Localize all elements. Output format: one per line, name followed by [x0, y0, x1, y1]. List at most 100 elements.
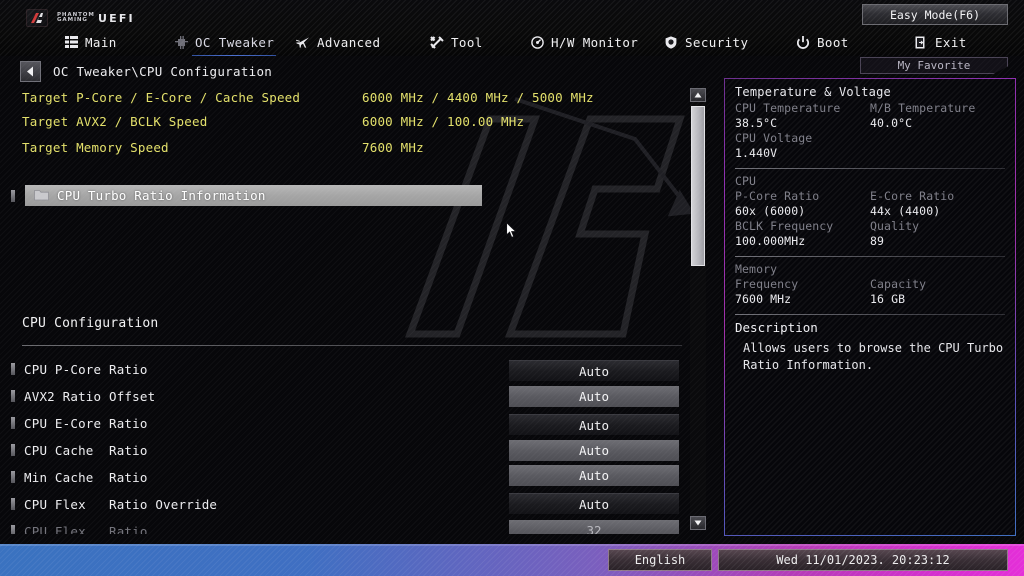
scroll-up-icon[interactable] [690, 88, 706, 102]
target-row-label: Target Memory Speed [22, 137, 169, 157]
target-row-label: Target P-Core / E-Core / Cache Speed [22, 87, 300, 107]
section-title: CPU Configuration [22, 316, 158, 331]
tab-security-label: Security [685, 35, 748, 50]
memory-capacity-value: 16 GB [870, 292, 1005, 307]
bclk-freq-label: BCLK Frequency [735, 219, 870, 234]
shield-icon [664, 35, 678, 49]
list-icon [64, 35, 78, 49]
main-nav: Main OC Tweaker [0, 28, 1024, 56]
uefi-label: UEFI [98, 12, 135, 25]
info-divider [735, 314, 1005, 315]
mb-temp-label: M/B Temperature [870, 101, 1005, 116]
tab-advanced-label: Advanced [317, 35, 380, 50]
memory-frequency-value: 7600 MHz [735, 292, 870, 307]
datetime-display[interactable]: Wed 11/01/2023. 20:23:12 [718, 549, 1008, 571]
back-arrow-icon[interactable] [20, 61, 41, 82]
setting-value-cpu-flex-ratio[interactable]: 32 [509, 520, 679, 534]
tab-boot-label: Boot [817, 35, 849, 50]
power-icon [796, 35, 810, 49]
cpu-icon [174, 35, 188, 49]
setting-label-avx2-ratio-offset: AVX2 Ratio Offset [24, 389, 155, 404]
setting-label-min-cache-ratio: Min Cache Ratio [24, 470, 148, 485]
memory-capacity-label: Capacity [870, 277, 1005, 292]
description-text: Allows users to browse the CPU Turbo Rat… [735, 340, 1005, 374]
tab-oc-tweaker-label: OC Tweaker [195, 35, 274, 50]
setting-value-cpu-p-core-ratio[interactable]: Auto [509, 360, 679, 381]
ecore-ratio-column: E-Core Ratio 44x (4400) Quality 89 [870, 189, 1005, 249]
scrollbar-thumb[interactable] [691, 106, 705, 266]
section-divider [22, 345, 682, 346]
menu-item-cpu-turbo-ratio-information[interactable]: CPU Turbo Ratio Information [25, 185, 482, 206]
exit-icon [914, 35, 928, 49]
temp-voltage-title: Temperature & Voltage [735, 85, 1005, 99]
phantom-gaming-logo: PHANTOM GAMING [26, 9, 95, 27]
my-favorite-button[interactable]: My Favorite [860, 57, 1008, 74]
settings-pane: Target P-Core / E-Core / Cache Speed 600… [0, 84, 712, 534]
wrench-icon [430, 35, 444, 49]
cpu-temp-label: CPU Temperature [735, 101, 870, 116]
setting-value-cpu-cache-ratio[interactable]: Auto [509, 440, 679, 461]
menu-item-label: CPU Turbo Ratio Information [57, 188, 266, 203]
cpu-section-title: CPU [735, 174, 1005, 189]
target-row-value: 7600 MHz [362, 137, 424, 157]
row-bullet-icon [11, 363, 15, 375]
setting-value-cpu-e-core-ratio[interactable]: Auto [509, 414, 679, 435]
easy-mode-button[interactable]: Easy Mode(F6) [862, 4, 1008, 25]
ecore-ratio-label: E-Core Ratio [870, 189, 1005, 204]
phantom-gaming-watermark [395, 94, 705, 344]
tab-tool[interactable]: Tool [428, 28, 485, 56]
setting-value-avx2-ratio-offset[interactable]: Auto [509, 386, 679, 407]
tab-hw-monitor[interactable]: H/W Monitor [528, 28, 640, 56]
bclk-freq-value: 100.000MHz [735, 234, 870, 249]
memory-grid: Frequency 7600 MHz Capacity 16 GB [735, 277, 1005, 307]
cpu-ratio-grid: P-Core Ratio 60x (6000) BCLK Frequency 1… [735, 189, 1005, 249]
pcore-ratio-value: 60x (6000) [735, 204, 870, 219]
row-bullet-icon [11, 498, 15, 510]
tab-main-label: Main [85, 35, 117, 50]
temp-voltage-grid: CPU Temperature 38.5°C M/B Temperature 4… [735, 101, 1005, 131]
setting-label-cpu-e-core-ratio: CPU E-Core Ratio [24, 416, 148, 431]
tab-exit[interactable]: Exit [912, 28, 969, 56]
memory-frequency-column: Frequency 7600 MHz [735, 277, 870, 307]
setting-label-cpu-flex-ratio-override: CPU Flex Ratio Override [24, 497, 217, 512]
row-bullet-icon [11, 471, 15, 483]
tab-advanced[interactable]: Advanced [294, 28, 382, 56]
cpu-voltage-value: 1.440V [735, 146, 1005, 161]
cpu-temp-value: 38.5°C [735, 116, 870, 131]
tab-main[interactable]: Main [62, 28, 119, 56]
brand-wordmark: PHANTOM GAMING [57, 13, 95, 24]
setting-value-cpu-flex-ratio-override[interactable]: Auto [509, 493, 679, 514]
mb-temp-column: M/B Temperature 40.0°C [870, 101, 1005, 131]
tab-security[interactable]: Security [662, 28, 750, 56]
memory-section-title: Memory [735, 262, 1005, 277]
tab-tool-label: Tool [451, 35, 483, 50]
info-divider [735, 256, 1005, 257]
setting-label-cpu-flex-ratio: CPU Flex Ratio [24, 524, 148, 534]
settings-scrollbar[interactable] [690, 88, 706, 530]
header-bar: PHANTOM GAMING UEFI Main [0, 0, 1024, 56]
description-title: Description [735, 320, 1005, 335]
memory-capacity-column: Capacity 16 GB [870, 277, 1005, 307]
setting-label-cpu-p-core-ratio: CPU P-Core Ratio [24, 362, 148, 377]
system-info-panel: Temperature & Voltage CPU Temperature 38… [724, 78, 1016, 536]
memory-frequency-label: Frequency [735, 277, 870, 292]
uefi-screen: PHANTOM GAMING UEFI Main [0, 0, 1024, 576]
folder-icon [34, 186, 49, 205]
breadcrumb-path: OC Tweaker\CPU Configuration [53, 64, 272, 79]
row-bullet-icon [11, 417, 15, 429]
setting-value-min-cache-ratio[interactable]: Auto [509, 465, 679, 486]
language-button[interactable]: English [608, 549, 712, 571]
setting-label-cpu-cache-ratio: CPU Cache Ratio [24, 443, 148, 458]
row-bullet-icon [11, 390, 15, 402]
system-info-content: Temperature & Voltage CPU Temperature 38… [725, 79, 1015, 535]
target-row-value: 6000 MHz / 4400 MHz / 5000 MHz [362, 87, 594, 107]
target-row-label: Target AVX2 / BCLK Speed [22, 111, 207, 131]
quality-label: Quality [870, 219, 1005, 234]
tab-boot[interactable]: Boot [794, 28, 851, 56]
tab-hw-monitor-label: H/W Monitor [551, 35, 638, 50]
tab-oc-tweaker[interactable]: OC Tweaker [172, 28, 276, 56]
footer-top-line [0, 544, 1024, 546]
info-divider [735, 168, 1005, 169]
scroll-down-icon[interactable] [690, 516, 706, 530]
phantom-gaming-mark-icon [26, 9, 48, 27]
